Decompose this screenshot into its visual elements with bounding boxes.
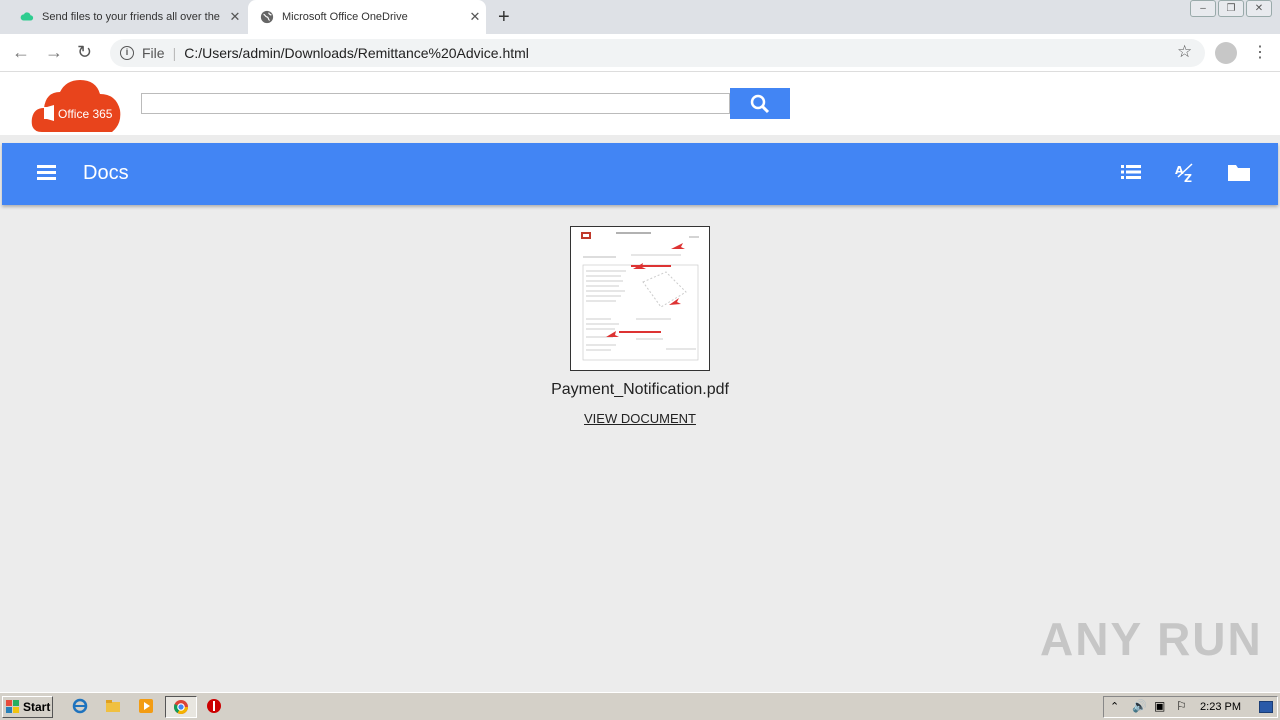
close-window-icon[interactable]: ✕ — [1246, 0, 1272, 17]
show-desktop-icon[interactable] — [1259, 701, 1273, 713]
document-thumbnail[interactable] — [570, 226, 710, 371]
clock: 2:23 PM — [1200, 701, 1241, 713]
page-content: Office 365 Docs A Z Payment_Notification… — [0, 72, 1280, 692]
address-bar[interactable]: i File | C:/Users/admin/Downloads/Remitt… — [110, 39, 1205, 67]
app-title: Docs — [83, 162, 129, 184]
start-button[interactable]: Start — [2, 696, 53, 718]
chrome-taskbar-button[interactable] — [165, 696, 197, 718]
profile-avatar-icon[interactable] — [1215, 42, 1237, 64]
action-center-flag-icon[interactable]: ⚐ — [1176, 699, 1187, 713]
cloud-icon — [20, 12, 34, 21]
tab-title: Send files to your friends all over the — [42, 11, 220, 23]
svg-text:Z: Z — [1184, 172, 1192, 185]
url-scheme-label: File — [142, 45, 165, 61]
taskbar: Start ⌃ 🔊 ▣ ⚐ 2:23 PM — [0, 692, 1280, 720]
system-tray: ⌃ 🔊 ▣ ⚐ 2:23 PM — [1103, 696, 1278, 718]
tab-onedrive[interactable]: Microsoft Office OneDrive ✕ — [248, 0, 486, 34]
anyrun-watermark: ANY RUN — [1040, 613, 1263, 665]
reload-icon[interactable]: ↻ — [77, 42, 92, 63]
new-tab-icon[interactable]: + — [498, 6, 510, 29]
window-controls: – ❐ ✕ — [1190, 0, 1272, 17]
internet-explorer-icon[interactable] — [72, 698, 88, 714]
app-bar: Docs A Z — [2, 143, 1278, 205]
stop-icon[interactable] — [206, 698, 222, 714]
bookmark-star-icon[interactable]: ☆ — [1177, 42, 1192, 62]
url-separator: | — [172, 45, 177, 61]
tab-strip: Send files to your friends all over the … — [0, 0, 1280, 34]
list-view-icon[interactable] — [1120, 161, 1142, 183]
start-label: Start — [23, 700, 51, 714]
forward-icon[interactable]: → — [45, 42, 63, 63]
document-card: Payment_Notification.pdf VIEW DOCUMENT — [540, 226, 740, 428]
close-tab-icon[interactable]: ✕ — [464, 9, 486, 25]
file-explorer-icon[interactable] — [105, 698, 121, 714]
minimize-icon[interactable]: – — [1190, 0, 1216, 17]
browser-toolbar: ← → ↻ i File | C:/Users/admin/Downloads/… — [0, 34, 1280, 72]
tab-title: Microsoft Office OneDrive — [282, 11, 408, 23]
search-input[interactable] — [141, 93, 730, 114]
volume-icon[interactable]: 🔊 — [1132, 699, 1147, 713]
close-tab-icon[interactable]: ✕ — [224, 9, 246, 25]
tab-sendfiles[interactable]: Send files to your friends all over the … — [8, 0, 246, 34]
tray-expand-icon[interactable]: ⌃ — [1110, 700, 1119, 713]
browser-menu-icon[interactable]: ⋮ — [1252, 42, 1268, 62]
search-button[interactable] — [730, 88, 790, 119]
windows-logo-icon — [6, 700, 19, 713]
view-document-link[interactable]: VIEW DOCUMENT — [584, 411, 696, 426]
sort-az-icon[interactable]: A Z — [1174, 161, 1196, 185]
media-player-icon[interactable] — [138, 698, 154, 714]
network-icon[interactable]: ▣ — [1154, 699, 1165, 713]
chrome-icon — [174, 700, 188, 714]
brand-header: Office 365 — [0, 72, 1280, 135]
document-name: Payment_Notification.pdf — [551, 381, 729, 398]
back-icon[interactable]: ← — [12, 42, 30, 63]
info-icon[interactable]: i — [120, 46, 134, 60]
office365-logo: Office 365 — [30, 78, 122, 132]
url-text: C:/Users/admin/Downloads/Remittance%20Ad… — [184, 45, 529, 61]
search-icon — [750, 94, 770, 113]
hamburger-menu-icon[interactable] — [37, 165, 56, 183]
globe-icon — [260, 10, 274, 24]
restore-icon[interactable]: ❐ — [1218, 0, 1244, 17]
logo-text: Office 365 — [58, 107, 113, 121]
folder-icon[interactable] — [1227, 161, 1251, 183]
